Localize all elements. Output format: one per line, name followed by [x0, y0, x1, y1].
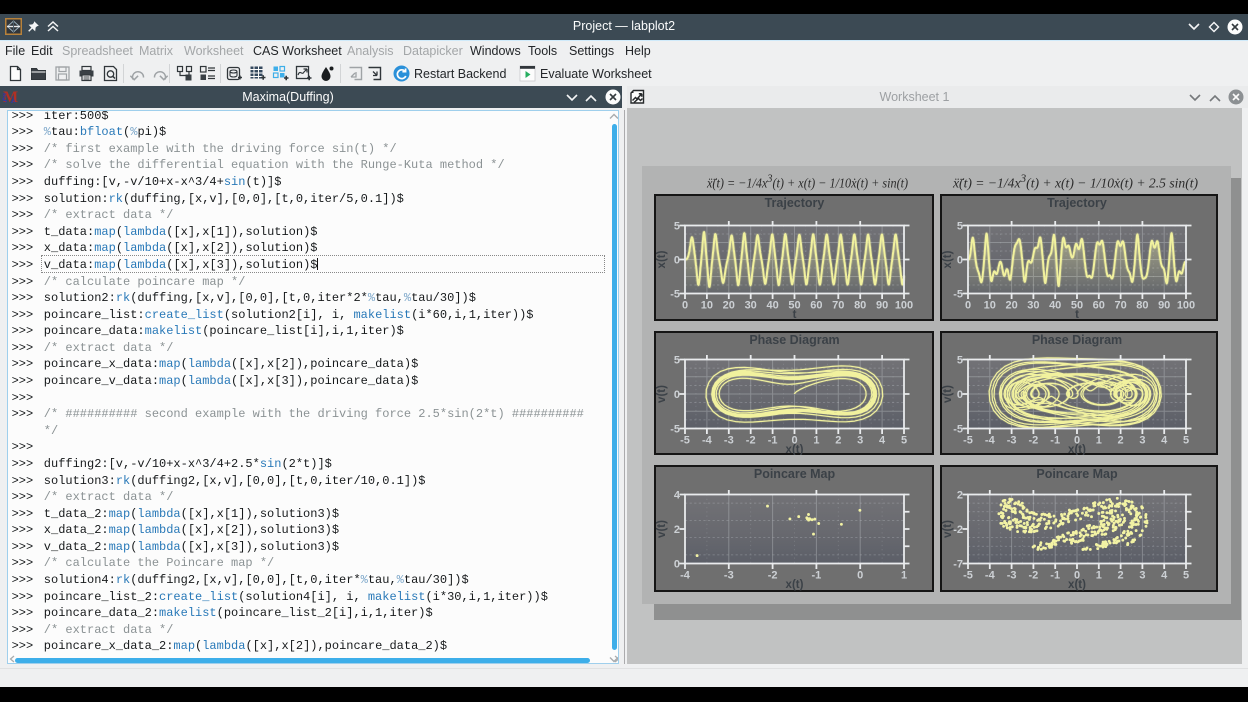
svg-text:2: 2	[1118, 570, 1124, 582]
svg-text:40: 40	[766, 300, 778, 312]
svg-text:v(t): v(t)	[942, 520, 954, 538]
svg-text:20: 20	[1005, 300, 1017, 312]
svg-text:2: 2	[674, 524, 680, 536]
svg-text:-5: -5	[953, 424, 963, 436]
svg-text:90: 90	[876, 300, 888, 312]
svg-text:0: 0	[674, 389, 680, 401]
svg-text:4: 4	[674, 490, 681, 502]
svg-text:v(t): v(t)	[656, 385, 668, 403]
svg-text:0: 0	[965, 300, 971, 312]
svg-text:3: 3	[857, 435, 863, 447]
svg-text:30: 30	[1027, 300, 1039, 312]
svg-text:2: 2	[1118, 435, 1124, 447]
svg-text:40: 40	[1049, 300, 1061, 312]
svg-text:-5: -5	[963, 570, 973, 582]
svg-text:-4: -4	[680, 570, 691, 582]
svg-text:-3: -3	[1007, 570, 1017, 582]
svg-text:2: 2	[835, 435, 841, 447]
svg-text:70: 70	[1114, 300, 1126, 312]
svg-text:x(t): x(t)	[1068, 444, 1086, 455]
svg-text:Trajectory: Trajectory	[765, 196, 825, 210]
svg-text:x(t): x(t)	[786, 579, 804, 591]
svg-text:-5: -5	[963, 435, 973, 447]
svg-text:-3: -3	[724, 570, 734, 582]
svg-text:Phase Diagram: Phase Diagram	[1032, 333, 1122, 347]
svg-text:Poincare Map: Poincare Map	[1036, 467, 1118, 481]
svg-text:90: 90	[1158, 300, 1170, 312]
svg-text:1: 1	[813, 435, 819, 447]
svg-text:-3: -3	[1007, 435, 1017, 447]
svg-text:-4: -4	[702, 435, 713, 447]
svg-text:-2: -2	[746, 435, 756, 447]
svg-text:10: 10	[984, 300, 996, 312]
svg-text:Trajectory: Trajectory	[1047, 196, 1107, 210]
svg-text:-5: -5	[670, 289, 680, 301]
svg-text:5: 5	[957, 221, 963, 233]
svg-text:20: 20	[723, 300, 735, 312]
svg-text:Poincare Map: Poincare Map	[754, 467, 836, 481]
svg-text:1: 1	[901, 570, 907, 582]
svg-text:100: 100	[1177, 300, 1195, 312]
svg-text:0: 0	[857, 570, 863, 582]
svg-text:4: 4	[879, 435, 886, 447]
svg-text:3: 3	[1139, 570, 1145, 582]
svg-text:-1: -1	[768, 435, 778, 447]
svg-text:5: 5	[674, 221, 680, 233]
svg-text:-4: -4	[985, 570, 996, 582]
svg-text:5: 5	[1183, 435, 1189, 447]
svg-text:-2: -2	[1029, 570, 1039, 582]
svg-text:1: 1	[1096, 570, 1102, 582]
svg-text:5: 5	[957, 355, 963, 367]
svg-text:100: 100	[895, 300, 913, 312]
svg-text:0: 0	[682, 300, 688, 312]
svg-text:x(t): x(t)	[656, 250, 668, 268]
svg-text:-1: -1	[1050, 570, 1060, 582]
svg-text:v(t): v(t)	[656, 520, 668, 538]
svg-text:-5: -5	[670, 424, 680, 436]
svg-text:Phase Diagram: Phase Diagram	[749, 333, 839, 347]
svg-text:-7: -7	[953, 559, 963, 571]
svg-text:0: 0	[957, 255, 963, 267]
svg-text:4: 4	[1161, 570, 1168, 582]
svg-text:x(t): x(t)	[1068, 579, 1086, 591]
svg-text:5: 5	[901, 435, 907, 447]
svg-text:80: 80	[1136, 300, 1148, 312]
svg-text:ξ: ξ	[2, 92, 7, 104]
svg-text:10: 10	[701, 300, 713, 312]
svg-text:-2: -2	[768, 570, 778, 582]
svg-text:5: 5	[674, 355, 680, 367]
svg-text:-2: -2	[953, 524, 963, 536]
svg-text:70: 70	[832, 300, 844, 312]
svg-text:-4: -4	[985, 435, 996, 447]
svg-text:30: 30	[745, 300, 757, 312]
svg-text:-3: -3	[724, 435, 734, 447]
svg-text:3: 3	[1139, 435, 1145, 447]
svg-text:-5: -5	[953, 289, 963, 301]
svg-text:5: 5	[1183, 570, 1189, 582]
svg-text:t: t	[793, 309, 797, 321]
svg-text:-1: -1	[812, 570, 822, 582]
svg-text:-2: -2	[1029, 435, 1039, 447]
svg-text:80: 80	[854, 300, 866, 312]
svg-text:t: t	[1075, 309, 1079, 321]
svg-text:v(t): v(t)	[942, 385, 954, 403]
svg-text:60: 60	[1093, 300, 1105, 312]
svg-text:0: 0	[674, 559, 680, 571]
svg-text:x(t): x(t)	[942, 250, 954, 268]
svg-text:2: 2	[957, 490, 963, 502]
svg-text:4: 4	[1161, 435, 1168, 447]
svg-text:1: 1	[1096, 435, 1102, 447]
svg-text:x(t): x(t)	[786, 444, 804, 455]
svg-text:0: 0	[674, 255, 680, 267]
svg-text:-1: -1	[1050, 435, 1060, 447]
svg-text:-5: -5	[680, 435, 690, 447]
svg-text:0: 0	[957, 389, 963, 401]
svg-text:60: 60	[810, 300, 822, 312]
